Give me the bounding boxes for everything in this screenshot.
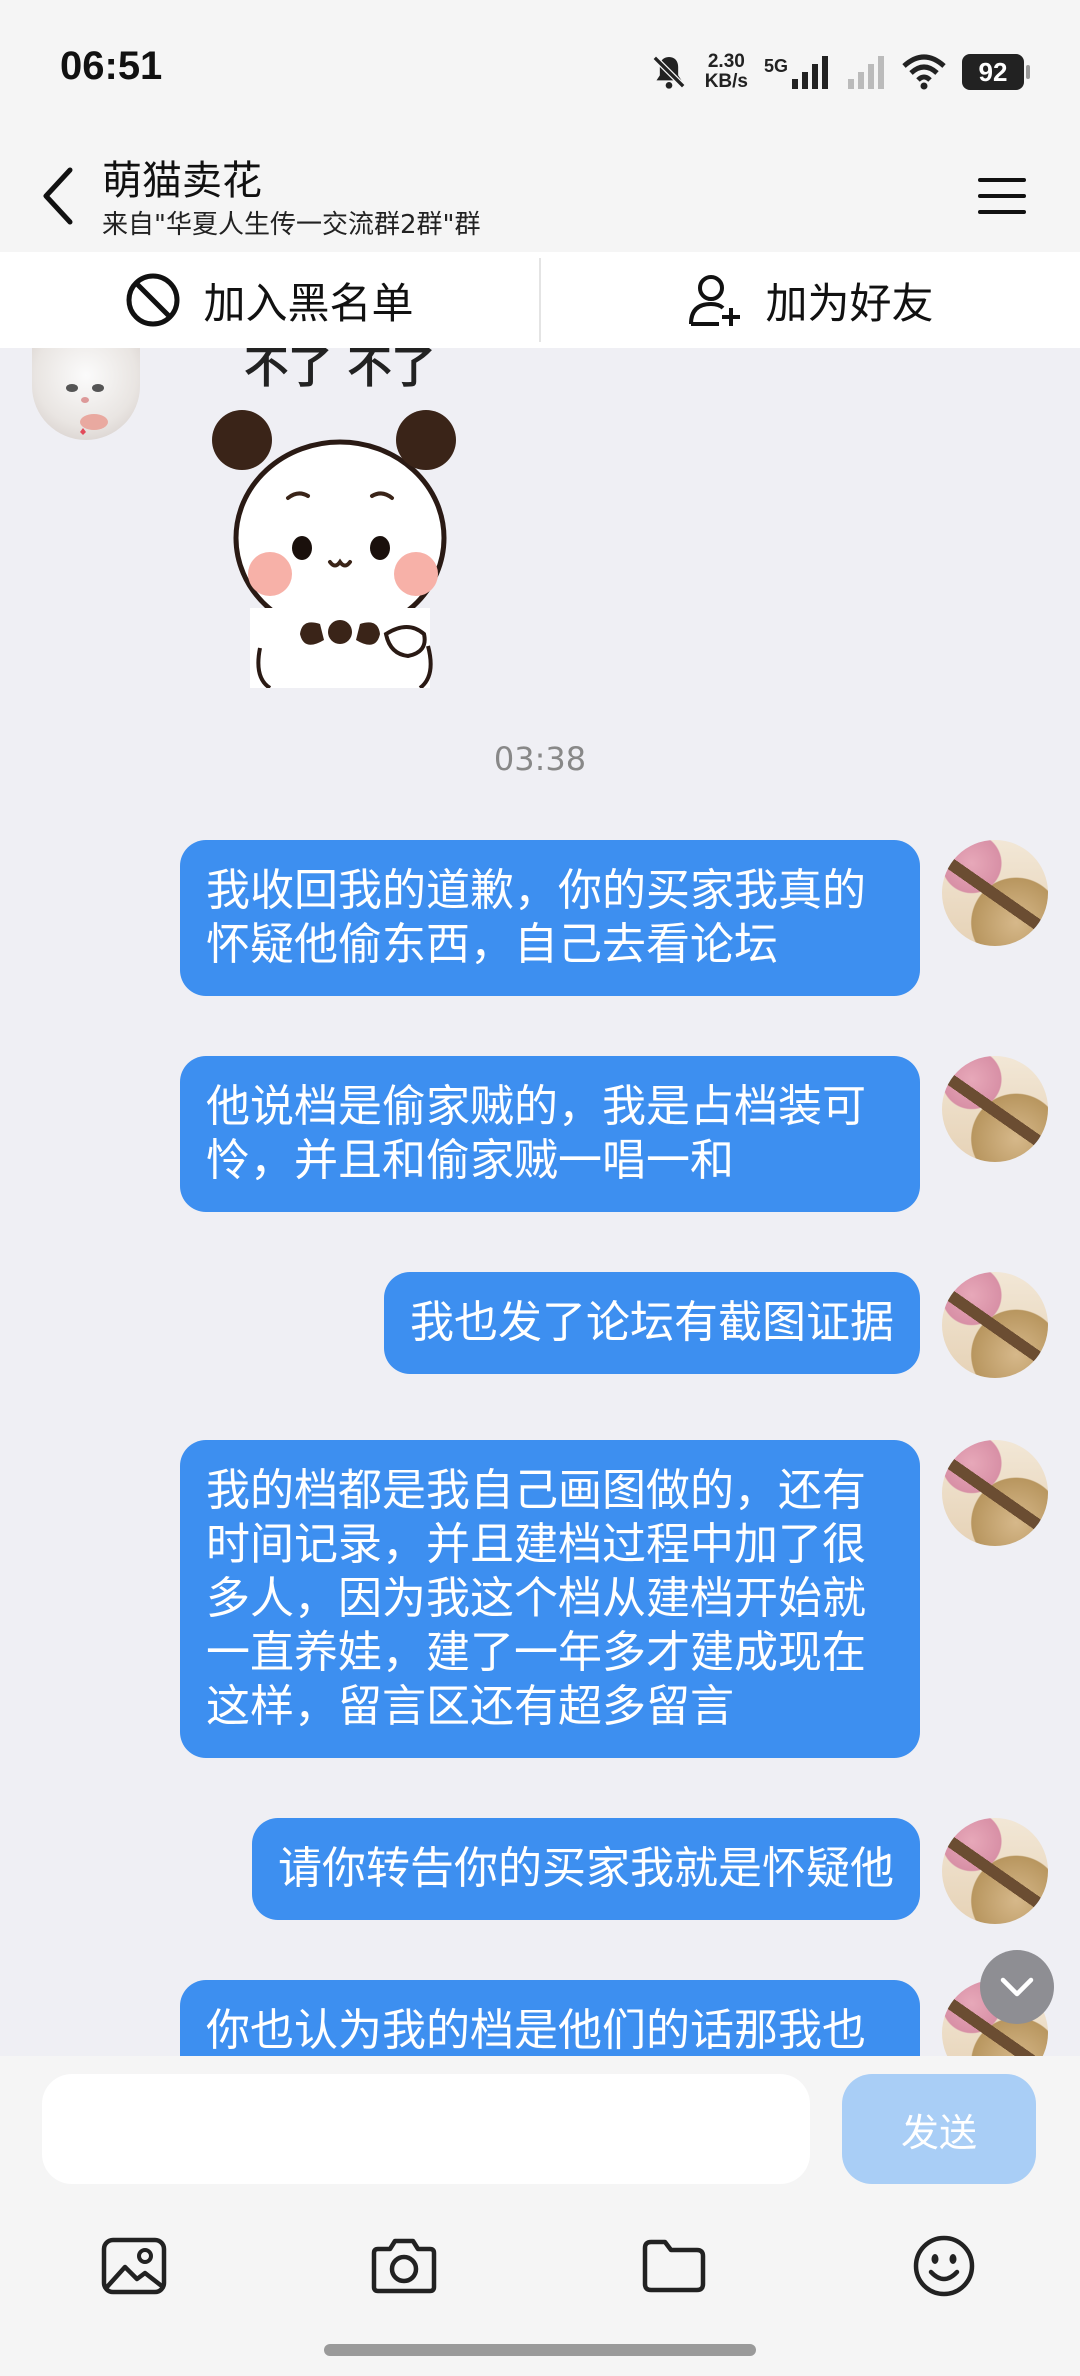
- home-indicator[interactable]: [324, 2344, 756, 2356]
- chat-title: 萌猫卖花: [102, 158, 262, 204]
- action-bar: 加入黑名单 加为好友: [0, 252, 1080, 348]
- message-text: 你也认为我的档是他们的话那我也: [206, 2005, 866, 2056]
- message-text: 一直养娃，建了一年多才建成现在: [206, 1627, 866, 1678]
- add-user-icon: [689, 275, 741, 326]
- chat-message-list[interactable]: 不了 不了 03:38 我收回我的道歉，你的买家我真的 怀疑他偷东西，自己去看论…: [0, 348, 1080, 2056]
- add-friend-label: 加为好友: [765, 278, 934, 328]
- menu-button[interactable]: [968, 162, 1036, 230]
- message-text: 怀疑他偷东西，自己去看论坛: [206, 919, 778, 970]
- file-button[interactable]: [624, 2216, 724, 2316]
- net-speed: 2.30 KB/s: [705, 52, 748, 92]
- camera-button[interactable]: [354, 2216, 454, 2316]
- net-speed-unit: KB/s: [704, 71, 748, 92]
- signal-weak-icon: [848, 56, 884, 89]
- camera-icon: [371, 2238, 437, 2294]
- message-text: 怜，并且和偷家贼一唱一和: [206, 1135, 734, 1186]
- message-row: 他说档是偷家贼的，我是占档装可 怜，并且和偷家贼一唱一和: [180, 1056, 1048, 1212]
- message-text: 时间记录，并且建档过程中加了很: [206, 1519, 866, 1570]
- my-avatar[interactable]: [942, 1818, 1048, 1924]
- message-row: 我收回我的道歉，你的买家我真的 怀疑他偷东西，自己去看论坛: [180, 840, 1048, 996]
- my-avatar[interactable]: [942, 840, 1048, 946]
- my-avatar[interactable]: [942, 1272, 1048, 1378]
- chevron-left-icon: [43, 167, 73, 225]
- back-button[interactable]: [30, 158, 86, 234]
- message-text: 我也发了论坛有截图证据: [410, 1297, 894, 1348]
- image-icon: [101, 2237, 167, 2295]
- chat-header: 萌猫卖花 来自"华夏人生传一交流群2群"群: [0, 140, 1080, 252]
- message-bubble[interactable]: 我也发了论坛有截图证据: [384, 1272, 920, 1374]
- status-time: 06:51: [60, 44, 163, 88]
- message-row: 请你转告你的买家我就是怀疑他: [252, 1818, 1048, 1924]
- input-area: 发送: [0, 2056, 1080, 2376]
- add-friend-button[interactable]: 加为好友: [541, 252, 1080, 348]
- block-icon: [126, 273, 180, 327]
- message-row: 我的档都是我自己画图做的，还有 时间记录，并且建档过程中加了很 多人，因为我这个…: [180, 1440, 1048, 1758]
- net-speed-value: 2.30: [707, 51, 745, 72]
- message-bubble[interactable]: 你也认为我的档是他们的话那我也: [180, 1980, 920, 2056]
- sticker-caption: 不了 不了: [244, 348, 435, 393]
- message-text: 我收回我的道歉，你的买家我真的: [206, 865, 866, 916]
- image-button[interactable]: [84, 2216, 184, 2316]
- battery-icon: 92: [962, 54, 1030, 90]
- status-bar: 06:51 2.30 KB/s 5G 92: [0, 0, 1080, 140]
- emoji-icon: [913, 2235, 975, 2297]
- message-text: 我的档都是我自己画图做的，还有: [206, 1465, 866, 1516]
- message-text: 请你转告你的买家我就是怀疑他: [278, 1843, 894, 1894]
- wifi-icon: [902, 54, 946, 90]
- folder-icon: [642, 2239, 706, 2293]
- blacklist-button[interactable]: 加入黑名单: [0, 252, 539, 348]
- emoji-button[interactable]: [894, 2216, 994, 2316]
- message-bubble[interactable]: 他说档是偷家贼的，我是占档装可 怜，并且和偷家贼一唱一和: [180, 1056, 920, 1212]
- blacklist-label: 加入黑名单: [203, 278, 414, 328]
- scroll-to-bottom-button[interactable]: [980, 1950, 1054, 2024]
- chevron-down-icon: [1000, 1977, 1034, 1997]
- send-button[interactable]: 发送: [842, 2074, 1036, 2184]
- bell-muted-icon: [652, 55, 685, 89]
- network-type: 5G: [763, 56, 788, 76]
- message-text: 这样，留言区还有超多留言: [206, 1681, 734, 1732]
- panda-sticker[interactable]: 不了 不了: [190, 348, 490, 688]
- message-timestamp: 03:38: [493, 740, 587, 778]
- chat-subtitle: 来自"华夏人生传一交流群2群"群: [102, 210, 481, 240]
- message-bubble[interactable]: 请你转告你的买家我就是怀疑他: [252, 1818, 920, 1920]
- sender-avatar[interactable]: [32, 348, 140, 440]
- message-row: 你也认为我的档是他们的话那我也: [180, 1980, 1048, 2056]
- hamburger-menu-icon: [978, 178, 1026, 214]
- message-bubble[interactable]: 我的档都是我自己画图做的，还有 时间记录，并且建档过程中加了很 多人，因为我这个…: [180, 1440, 920, 1758]
- status-icons: 2.30 KB/s 5G 92: [649, 50, 1030, 94]
- message-row: 我也发了论坛有截图证据: [384, 1272, 1048, 1378]
- message-text: 多人，因为我这个档从建档开始就: [206, 1573, 866, 1624]
- message-bubble[interactable]: 我收回我的道歉，你的买家我真的 怀疑他偷东西，自己去看论坛: [180, 840, 920, 996]
- signal-icon: 5G: [764, 55, 830, 89]
- my-avatar[interactable]: [942, 1440, 1048, 1546]
- message-text: 他说档是偷家贼的，我是占档装可: [206, 1081, 866, 1132]
- my-avatar[interactable]: [942, 1056, 1048, 1162]
- input-toolbar: [0, 2216, 1080, 2316]
- message-input[interactable]: [42, 2074, 810, 2184]
